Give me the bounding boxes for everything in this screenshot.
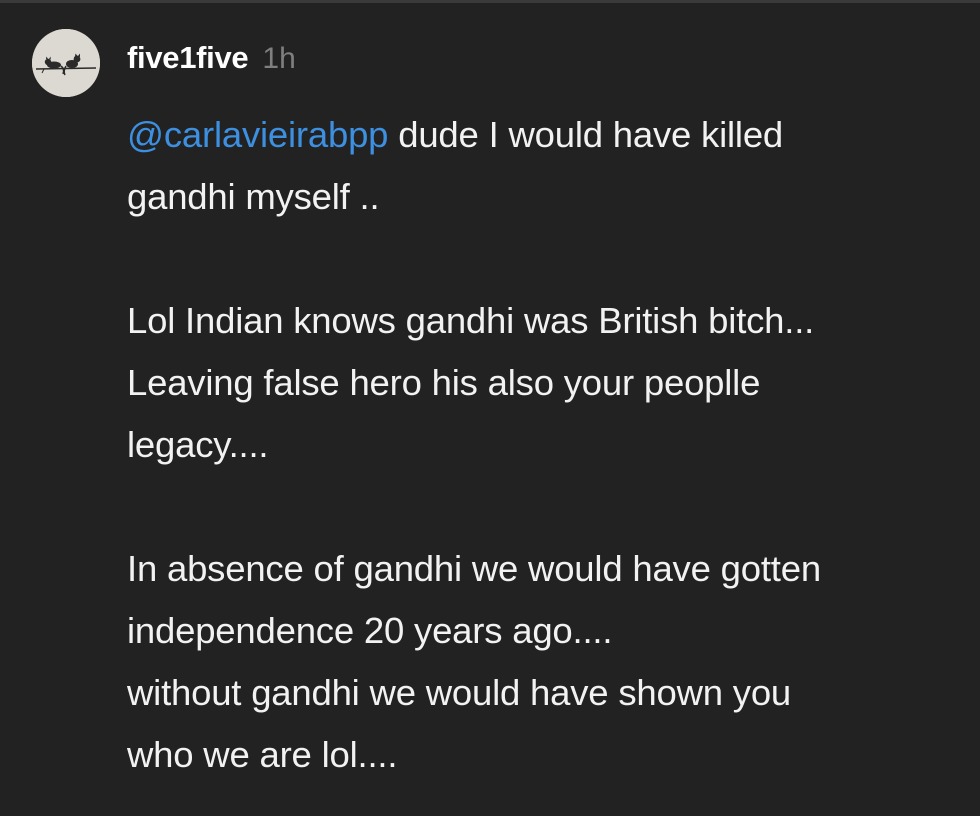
timestamp: 1h xyxy=(262,42,296,75)
comment-line: without gandhi we would have shown you xyxy=(127,672,792,713)
comment-line: Lol Indian knows gandhi was British bitc… xyxy=(127,300,815,341)
comment-line: legacy.... xyxy=(127,424,269,465)
comment-body: @carlavieirabpp dude I would have killed… xyxy=(127,104,967,786)
comment-line: In absence of gandhi we would have gotte… xyxy=(127,548,821,589)
comment-line: independence 20 years ago.... xyxy=(127,610,613,651)
avatar-cats-image xyxy=(32,29,100,97)
comment-line: gandhi myself .. xyxy=(127,176,380,217)
comment-text: dude I would have killed xyxy=(388,114,784,155)
comment-line: Leaving false hero his also your peoplle xyxy=(127,362,761,403)
comment: five1five 1h @carlavieirabpp dude I woul… xyxy=(0,0,980,816)
avatar[interactable] xyxy=(32,29,100,97)
comment-line: who we are lol.... xyxy=(127,734,398,775)
comment-header: five1five 1h xyxy=(127,40,296,80)
username[interactable]: five1five xyxy=(127,40,249,76)
mention-link[interactable]: @carlavieirabpp xyxy=(127,114,388,155)
comment-line: @carlavieirabpp dude I would have killed xyxy=(127,104,967,166)
